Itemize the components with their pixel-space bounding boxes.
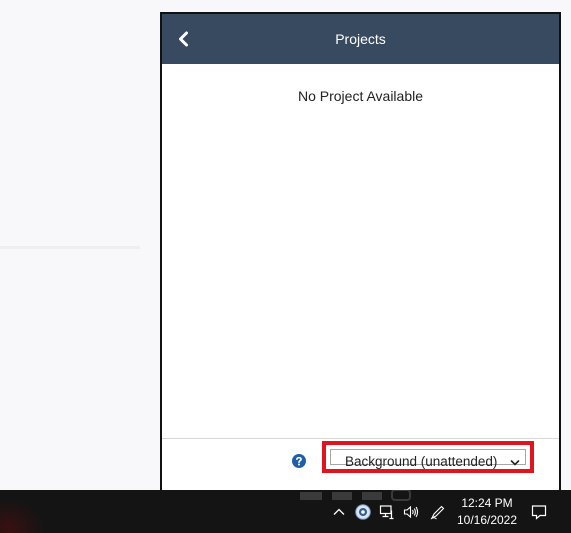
chevron-up-icon[interactable] [331,504,347,520]
clock-time: 12:24 PM [461,496,513,510]
app-tray-icon[interactable] [355,504,371,520]
notification-icon[interactable] [531,504,547,520]
mode-select-value: Background (unattended) [345,454,498,469]
page-title: Projects [335,31,386,47]
footer-divider [162,438,559,439]
clock-date: 10/16/2022 [456,513,518,527]
wallpaper-fragment [0,498,44,533]
network-icon[interactable] [379,504,395,520]
pen-icon[interactable] [430,504,446,520]
background-divider [0,246,140,249]
empty-state-message: No Project Available [297,88,424,104]
system-clock[interactable]: 12:24 PM 10/16/2022 [455,495,519,529]
dimmed-app-icons [300,490,411,501]
help-icon[interactable] [292,454,306,468]
chevron-down-icon [510,456,520,466]
taskbar: 12:24 PM 10/16/2022 [0,490,571,533]
volume-icon[interactable] [403,504,419,520]
panel-header: Projects [162,14,559,64]
projects-panel: Projects No Project Available Background… [160,12,561,491]
mode-select-highlight: Background (unattended) [322,441,534,473]
mode-select[interactable]: Background (unattended) [330,449,526,469]
